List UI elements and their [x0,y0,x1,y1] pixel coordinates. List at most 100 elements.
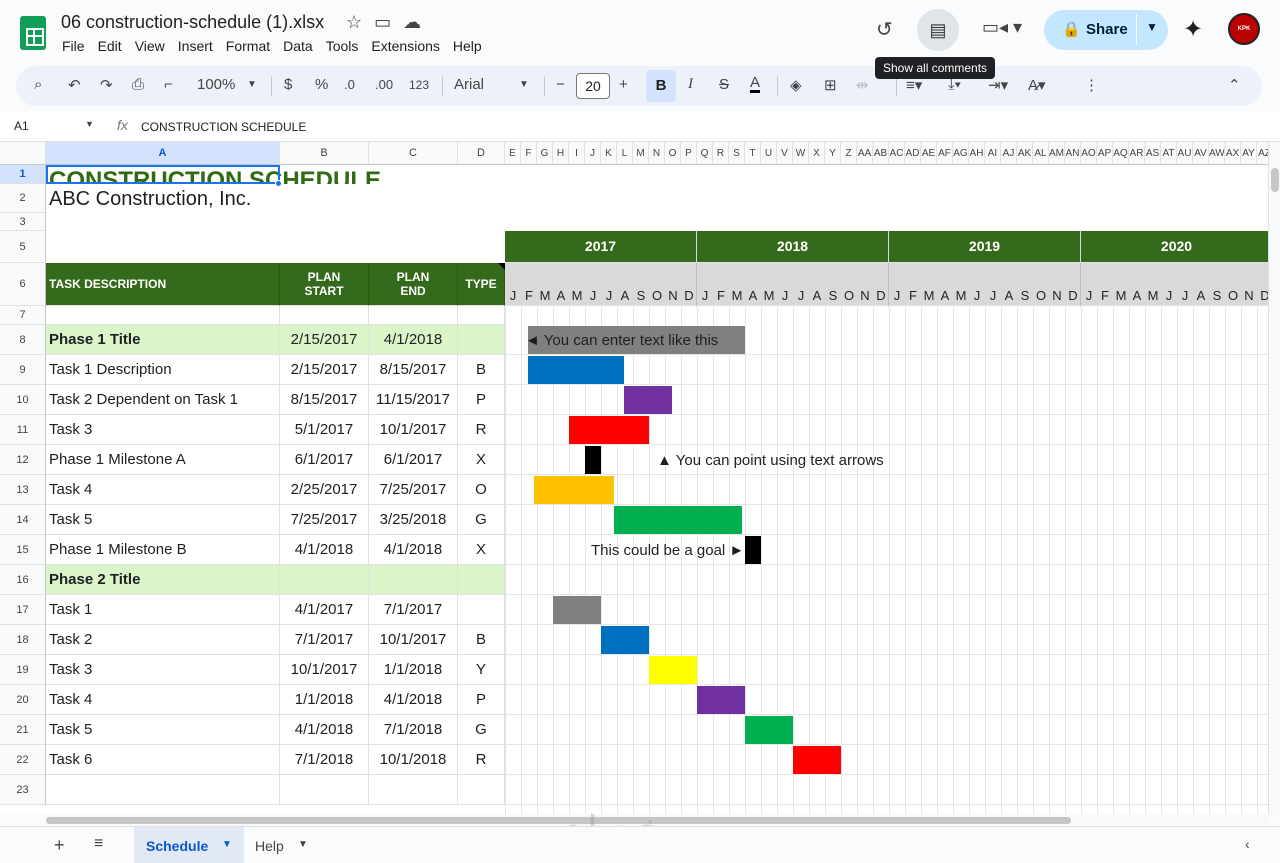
header-plan-end[interactable]: PLAN END [369,263,458,306]
task-name[interactable]: Task 4 [46,685,280,715]
column-header-z[interactable]: Z [841,142,857,165]
row-header-8[interactable]: 8 [0,325,46,355]
column-header-u[interactable]: U [761,142,777,165]
task-name[interactable]: Task 1 Description [46,355,280,385]
share-dropdown-icon[interactable]: ▼ [1146,20,1158,34]
menu-view[interactable]: View [135,38,165,54]
header-task-description[interactable]: TASK DESCRIPTION [46,263,280,306]
plan-end[interactable]: 4/1/2018 [369,685,458,715]
plan-end[interactable]: 7/25/2017 [369,475,458,505]
percent-format-button[interactable]: % [315,76,328,93]
plan-start[interactable]: 4/1/2018 [280,715,369,745]
print-icon[interactable]: ⎙ [132,76,144,93]
column-header-ak[interactable]: AK [1017,142,1033,165]
star-icon[interactable]: ☆ [346,12,362,32]
plan-start[interactable]: 6/1/2017 [280,445,369,475]
column-header-af[interactable]: AF [937,142,953,165]
column-header-p[interactable]: P [681,142,697,165]
currency-format-button[interactable]: $ [284,76,292,93]
task-name[interactable]: Task 3 [46,415,280,445]
task-type[interactable]: G [458,715,505,745]
menu-extensions[interactable]: Extensions [371,38,439,54]
row-header-22[interactable]: 22 [0,745,46,775]
decrease-decimal-button[interactable]: .0 [344,77,355,92]
task-name[interactable]: Task 2 Dependent on Task 1 [46,385,280,415]
plan-start[interactable]: 8/15/2017 [280,385,369,415]
plan-end[interactable]: 7/1/2017 [369,595,458,625]
plan-start[interactable]: 2/25/2017 [280,475,369,505]
row-header-20[interactable]: 20 [0,685,46,715]
column-header-aq[interactable]: AQ [1113,142,1129,165]
column-header-at[interactable]: AT [1161,142,1177,165]
column-header-ae[interactable]: AE [921,142,937,165]
plan-end[interactable]: 3/25/2018 [369,505,458,535]
plan-end[interactable]: 10/1/2018 [369,745,458,775]
task-type[interactable]: B [458,355,505,385]
row-header-12[interactable]: 12 [0,445,46,475]
column-header-v[interactable]: V [777,142,793,165]
column-header-e[interactable]: E [505,142,521,165]
task-name[interactable]: Task 1 [46,595,280,625]
plan-start[interactable]: 2/15/2017 [280,355,369,385]
plan-end[interactable]: 8/15/2017 [369,355,458,385]
tab-schedule[interactable]: Schedule ▼ [134,827,244,863]
task-type[interactable]: R [458,745,505,775]
row-header-17[interactable]: 17 [0,595,46,625]
select-all-corner[interactable] [0,142,46,165]
row-header-23[interactable]: 23 [0,775,46,805]
menu-insert[interactable]: Insert [178,38,213,54]
row-header-19[interactable]: 19 [0,655,46,685]
column-header-ac[interactable]: AC [889,142,905,165]
column-header-aa[interactable]: AA [857,142,873,165]
row-header-7[interactable]: 7 [0,306,46,325]
company-name[interactable]: ABC Construction, Inc. [46,184,505,213]
borders-icon[interactable]: ⊞ [824,76,837,94]
gemini-icon[interactable]: ✦ [1183,15,1203,44]
row-header-2[interactable]: 2 [0,184,46,213]
column-header-ao[interactable]: AO [1081,142,1097,165]
column-header-ap[interactable]: AP [1097,142,1113,165]
task-type[interactable]: R [458,415,505,445]
italic-button[interactable]: I [688,76,693,93]
row-header-3[interactable]: 3 [0,213,46,231]
task-type[interactable]: P [458,385,505,415]
gantt-bar[interactable] [613,506,742,534]
milestone-a-note[interactable]: ▲ You can point using text arrows [657,452,884,469]
column-header-au[interactable]: AU [1177,142,1193,165]
vertical-scrollbar[interactable] [1268,142,1280,814]
column-header-l[interactable]: L [617,142,633,165]
collapse-menus-icon[interactable]: ⌃ [1228,76,1241,94]
comments-icon[interactable]: ▤ [917,9,959,51]
row-header-5[interactable]: 5 [0,231,46,263]
column-header-y[interactable]: Y [825,142,841,165]
column-header-c[interactable]: C [369,142,458,165]
plan-start[interactable]: 4/1/2017 [280,595,369,625]
plan-end[interactable]: 1/1/2018 [369,655,458,685]
plan-start[interactable]: 7/1/2018 [280,745,369,775]
column-header-g[interactable]: G [537,142,553,165]
empty-cell[interactable] [369,775,458,805]
more-formats-button[interactable]: 123 [409,78,429,92]
column-header-j[interactable]: J [585,142,601,165]
task-name[interactable]: Task 4 [46,475,280,505]
column-header-al[interactable]: AL [1033,142,1049,165]
header-plan-start[interactable]: PLAN START [280,263,369,306]
column-header-ay[interactable]: AY [1241,142,1257,165]
redo-icon[interactable]: ↷ [100,76,113,94]
vertical-scroll-thumb[interactable] [1271,168,1279,192]
column-header-ab[interactable]: AB [873,142,889,165]
empty-cell[interactable] [280,775,369,805]
task-type[interactable]: P [458,685,505,715]
row-header-14[interactable]: 14 [0,505,46,535]
row-header-16[interactable]: 16 [0,565,46,595]
menu-edit[interactable]: Edit [98,38,122,54]
task-name[interactable]: Phase 1 Milestone B [46,535,280,565]
row-header-11[interactable]: 11 [0,415,46,445]
share-button[interactable]: 🔒 Share ▼ [1044,10,1168,50]
plan-end[interactable] [369,565,458,595]
plan-start[interactable] [280,565,369,595]
task-name[interactable]: Task 5 [46,505,280,535]
plan-start[interactable]: 1/1/2018 [280,685,369,715]
plan-end[interactable]: 6/1/2017 [369,445,458,475]
task-type[interactable]: O [458,475,505,505]
